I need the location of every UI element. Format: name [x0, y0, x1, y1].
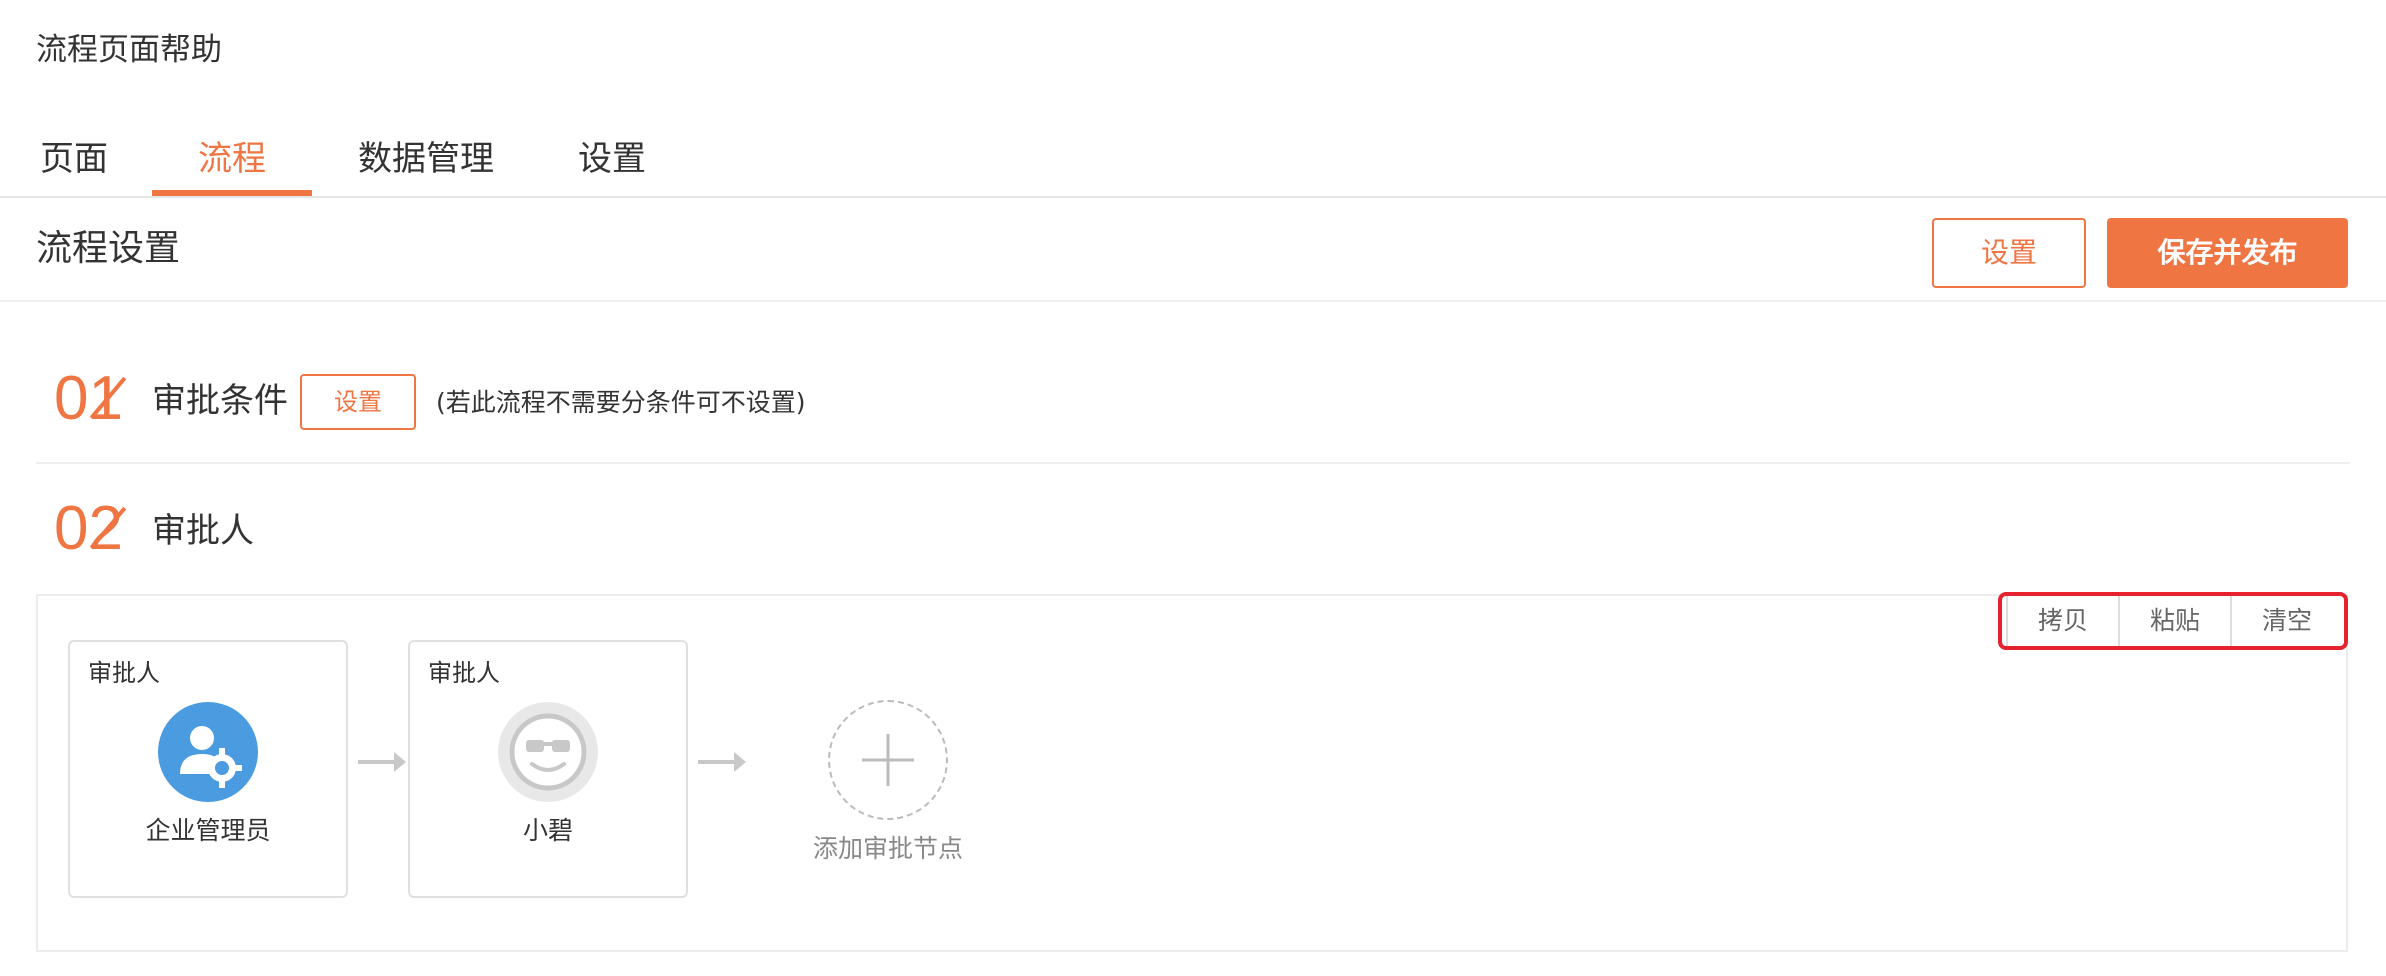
node-name: 企业管理员	[145, 816, 271, 845]
divider	[36, 462, 2350, 464]
save-publish-button[interactable]: 保存并发布	[2107, 218, 2348, 288]
page-title: 流程页面帮助	[36, 32, 222, 68]
add-node-label[interactable]: 添加审批节点	[768, 832, 1008, 866]
add-node-button[interactable]	[828, 700, 948, 820]
step-number-2: 02	[54, 494, 123, 563]
node-label: 审批人	[88, 659, 160, 687]
step-title-conditions: 审批条件	[152, 381, 288, 421]
flow-toolbar: 拷贝 粘贴 清空	[2006, 596, 2342, 646]
approver-node[interactable]: 审批人 企业管理员	[68, 640, 348, 898]
step-title-approvers: 审批人	[152, 511, 254, 551]
tab-page[interactable]: 页面	[36, 124, 112, 194]
conditions-settings-button[interactable]: 设置	[300, 374, 416, 430]
arrow-right-icon	[358, 752, 406, 772]
node-label: 审批人	[428, 659, 500, 687]
tab-bar: 页面 流程 数据管理 设置	[0, 114, 2386, 198]
active-tab-indicator	[152, 190, 312, 196]
settings-button[interactable]: 设置	[1932, 218, 2086, 288]
plus-icon	[862, 734, 914, 786]
node-name: 小碧	[522, 816, 573, 845]
paste-button[interactable]: 粘贴	[2118, 596, 2230, 646]
clear-button[interactable]: 清空	[2230, 596, 2342, 646]
section-header: 流程设置 设置 保存并发布	[0, 198, 2386, 302]
conditions-hint: (若此流程不需要分条件可不设置)	[436, 388, 806, 417]
step-number-1: 01	[54, 364, 123, 433]
copy-button[interactable]: 拷贝	[2006, 596, 2118, 646]
cool-face-icon	[498, 702, 598, 802]
approver-node[interactable]: 审批人 小碧	[408, 640, 688, 898]
tab-flow[interactable]: 流程	[152, 124, 312, 194]
section-title: 流程设置	[36, 228, 181, 269]
admin-gear-icon	[158, 702, 258, 802]
arrow-right-icon	[698, 752, 746, 772]
tab-settings[interactable]: 设置	[572, 124, 652, 194]
tab-data-management[interactable]: 数据管理	[352, 124, 500, 194]
